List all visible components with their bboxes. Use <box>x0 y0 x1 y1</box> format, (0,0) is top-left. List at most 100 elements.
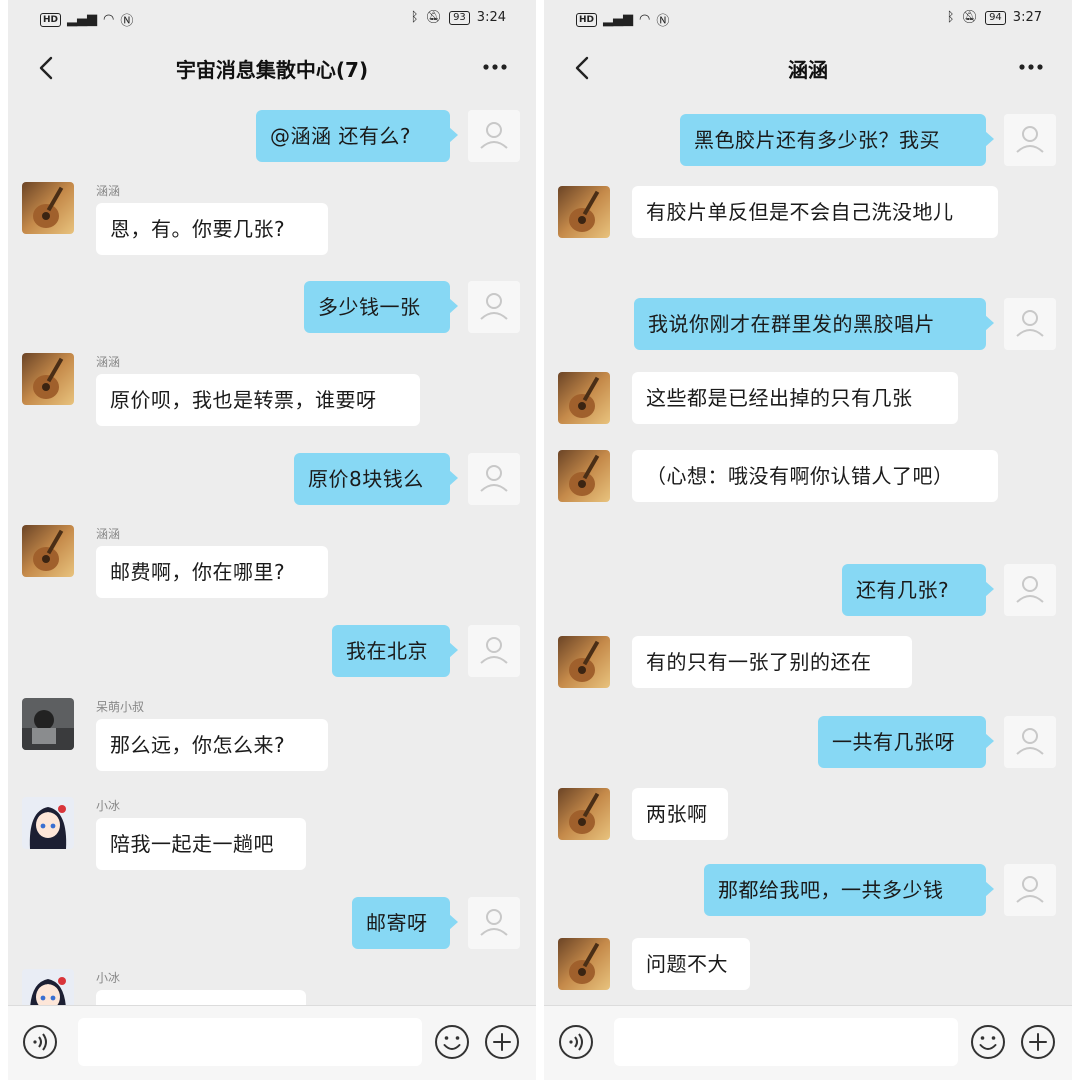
signal-icon: ▂▄▆ <box>67 12 98 27</box>
message-outgoing: 多少钱一张 <box>8 281 536 333</box>
message-bubble[interactable]: 陪我一起走一趟吧 <box>96 818 306 870</box>
avatar[interactable] <box>22 797 74 849</box>
message-bubble[interactable]: 黑色胶片还有多少张？我买 <box>680 114 994 166</box>
avatar[interactable] <box>22 698 74 750</box>
message-bubble[interactable]: 有胶片单反但是不会自己洗没地儿 <box>632 186 998 238</box>
sender-name: 涵涵 <box>96 184 121 198</box>
avatar[interactable] <box>22 353 74 405</box>
message-bubble[interactable]: 有的只有一张了别的还在 <box>632 636 912 688</box>
message-outgoing: 邮寄呀 <box>8 897 536 949</box>
message-bubble[interactable] <box>96 990 306 1006</box>
battery-level: 93 <box>449 10 470 25</box>
nav-bar: 涵涵 <box>544 36 1072 100</box>
avatar[interactable] <box>558 372 610 424</box>
nav-bar: 宇宙消息集散中心(7) <box>8 36 536 100</box>
more-icon[interactable] <box>480 56 510 78</box>
message-bubble[interactable]: @涵涵 还有么? <box>256 110 458 162</box>
message-bubble[interactable]: 邮费啊，你在哪里? <box>96 546 328 598</box>
input-bar <box>8 1005 536 1080</box>
message-bubble[interactable]: 两张啊 <box>632 788 728 840</box>
message-bubble[interactable]: 原价8块钱么 <box>294 453 458 505</box>
bluetooth-icon: ᛒ <box>946 10 955 25</box>
message-outgoing: @涵涵 还有么? <box>8 110 536 162</box>
message-outgoing: 一共有几张呀 <box>544 716 1072 768</box>
nfc-icon: Ⓝ <box>120 14 134 29</box>
avatar[interactable] <box>558 186 610 238</box>
avatar[interactable] <box>22 969 74 1006</box>
message-input[interactable] <box>78 1018 422 1066</box>
default-avatar-icon[interactable] <box>468 281 520 333</box>
battery-level: 94 <box>985 10 1006 25</box>
message-bubble[interactable]: （心想：哦没有啊你认错人了吧） <box>632 450 998 502</box>
sender-name: 呆萌小叔 <box>96 700 145 714</box>
more-icon[interactable] <box>1016 56 1046 78</box>
avatar[interactable] <box>22 525 74 577</box>
message-incoming: 小冰陪我一起走一趟吧 <box>8 797 536 870</box>
plus-icon[interactable] <box>484 1024 520 1060</box>
message-incoming: 有胶片单反但是不会自己洗没地儿 <box>544 186 1072 279</box>
message-bubble[interactable]: 还有几张? <box>842 564 994 616</box>
message-outgoing: 黑色胶片还有多少张？我买 <box>544 114 1072 166</box>
hd-icon: HD <box>40 12 62 27</box>
message-outgoing: 我在北京 <box>8 625 536 677</box>
message-bubble[interactable]: 一共有几张呀 <box>818 716 994 768</box>
message-bubble[interactable]: 我说你刚才在群里发的黑胶唱片 <box>634 298 994 350</box>
voice-icon[interactable] <box>558 1024 594 1060</box>
message-input[interactable] <box>614 1018 958 1066</box>
default-avatar-icon[interactable] <box>468 897 520 949</box>
avatar[interactable] <box>558 938 610 990</box>
message-incoming: 这些都是已经出掉的只有几张 <box>544 372 1072 429</box>
plus-icon[interactable] <box>1020 1024 1056 1060</box>
message-list[interactable]: @涵涵 还有么? 涵涵 恩，有。你要几张? 多少钱一张 涵涵 原价呗，我也是转票，谁要呀原… <box>8 100 536 1006</box>
message-bubble[interactable]: 这些都是已经出掉的只有几张 <box>632 372 958 424</box>
message-bubble[interactable]: 我在北京 <box>332 625 458 677</box>
emoji-icon[interactable] <box>970 1024 1006 1060</box>
message-incoming: （心想：哦没有啊你认错人了吧） <box>544 450 1072 543</box>
sender-name: 小冰 <box>96 971 121 985</box>
wifi-icon: ◠ <box>103 12 115 27</box>
message-outgoing: 我说你刚才在群里发的黑胶唱片 <box>544 298 1072 350</box>
default-avatar-icon[interactable] <box>1004 716 1056 768</box>
mute-icon: 🔕︎ <box>961 10 979 25</box>
emoji-icon[interactable] <box>434 1024 470 1060</box>
wifi-icon: ◠ <box>639 12 651 27</box>
avatar[interactable] <box>558 450 610 502</box>
message-bubble[interactable]: 邮寄呀 <box>352 897 458 949</box>
default-avatar-icon[interactable] <box>468 110 520 162</box>
message-bubble[interactable]: 原价呗，我也是转票，谁要呀 <box>96 374 420 426</box>
avatar[interactable] <box>558 788 610 840</box>
default-avatar-icon[interactable] <box>1004 298 1056 350</box>
message-outgoing: 还有几张? <box>544 564 1072 616</box>
message-outgoing: 原价8块钱么 <box>8 453 536 505</box>
chat-title: 宇宙消息集散中心(7) <box>175 58 369 82</box>
default-avatar-icon[interactable] <box>468 453 520 505</box>
default-avatar-icon[interactable] <box>1004 114 1056 166</box>
bluetooth-icon: ᛒ <box>410 10 419 25</box>
sender-name: 小冰 <box>96 799 121 813</box>
hd-icon: HD <box>576 12 598 27</box>
message-bubble[interactable]: 多少钱一张 <box>304 281 458 333</box>
nfc-icon: Ⓝ <box>656 14 670 29</box>
chat-title: 涵涵 <box>788 58 828 82</box>
message-bubble[interactable]: 问题不大 <box>632 938 750 990</box>
sender-name: 涵涵 <box>96 355 121 369</box>
chat-panel-left: HD ▂▄▆ ◠ Ⓝ ᛒ 🔕︎ 93 3:24 宇宙消息集散中心(7) @涵涵 还有么? 涵涵… <box>8 0 536 1080</box>
default-avatar-icon[interactable] <box>1004 864 1056 916</box>
signal-icon: ▂▄▆ <box>603 12 634 27</box>
avatar[interactable] <box>558 636 610 688</box>
message-bubble[interactable]: 恩，有。你要几张? <box>96 203 328 255</box>
default-avatar-icon[interactable] <box>1004 564 1056 616</box>
message-list[interactable]: 黑色胶片还有多少张？我买有胶片单反但是不会自己洗没地儿 我说你刚才在群里发的黑胶唱… <box>544 100 1072 1006</box>
status-time: 3:24 <box>476 10 506 25</box>
message-bubble[interactable]: 那都给我吧，一共多少钱 <box>704 864 994 916</box>
voice-icon[interactable] <box>22 1024 58 1060</box>
default-avatar-icon[interactable] <box>468 625 520 677</box>
message-incoming: 两张啊 <box>544 788 1072 845</box>
message-incoming: 涵涵恩，有。你要几张? <box>8 182 536 255</box>
status-bar: HD ▂▄▆ ◠ Ⓝ ᛒ 🔕︎ 93 3:24 <box>8 0 536 36</box>
message-bubble[interactable]: 那么远，你怎么来? <box>96 719 328 771</box>
avatar[interactable] <box>22 182 74 234</box>
sender-name: 涵涵 <box>96 527 121 541</box>
status-bar: HD ▂▄▆ ◠ Ⓝ ᛒ 🔕︎ 94 3:27 <box>544 0 1072 36</box>
mute-icon: 🔕︎ <box>425 10 443 25</box>
